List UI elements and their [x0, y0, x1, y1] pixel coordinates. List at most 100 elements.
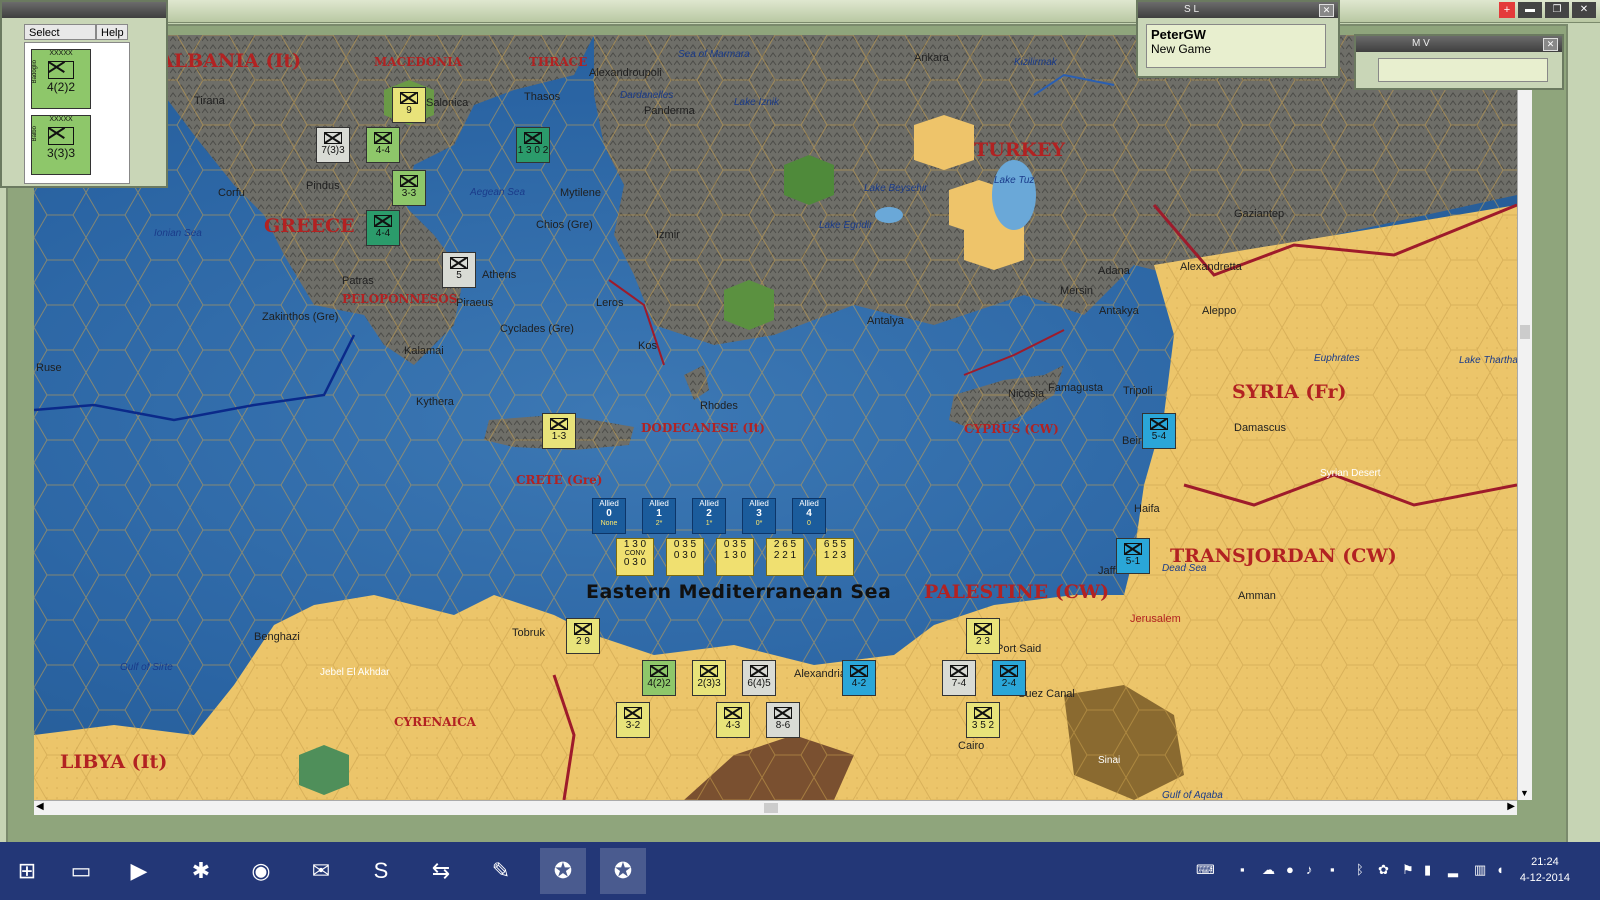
teamviewer-icon[interactable]: ⇆: [418, 848, 464, 894]
volume-icon[interactable]: ♪: [1306, 862, 1313, 877]
vertical-scrollbar[interactable]: ▼: [1517, 35, 1532, 800]
scrollbar-thumb[interactable]: [1520, 325, 1530, 339]
water-label: Dead Sea: [1162, 563, 1207, 574]
turn-box-num: 0: [606, 508, 612, 519]
tray-icon[interactable]: ▪: [1330, 862, 1335, 877]
unit-counter[interactable]: 3-3: [392, 170, 426, 206]
water-label: Lake Iznik: [734, 97, 780, 108]
city-label: Damascus: [1234, 422, 1286, 434]
unit-counter[interactable]: 1-3: [542, 413, 576, 449]
unit-strength: 5-4: [1151, 431, 1167, 442]
city-label: Ruse: [36, 362, 62, 374]
city-label: Mytilene: [560, 187, 601, 199]
mv-panel-titlebar[interactable]: M V ✕: [1356, 36, 1562, 52]
unit-counter[interactable]: 3 5 2: [966, 702, 1000, 738]
network-icon[interactable]: ▥: [1474, 862, 1486, 878]
convoy-box[interactable]: 2 6 52 2 1: [766, 538, 804, 576]
game-map[interactable]: ALBANIA (It) GREECE TURKEY SYRIA (Fr) TR…: [34, 35, 1517, 800]
unit-counter[interactable]: 4-3: [716, 702, 750, 738]
unit-counter[interactable]: 3-2: [616, 702, 650, 738]
select-menu[interactable]: Select: [24, 24, 96, 40]
tray-icon[interactable]: ▪: [1240, 862, 1245, 877]
thunderbird-icon[interactable]: ✉: [298, 848, 344, 894]
convoy-box[interactable]: 1 3 0 CONV 0 3 0: [616, 538, 654, 576]
unit-strength: 7(3)3: [321, 145, 345, 156]
turn-box-num: 3: [756, 508, 762, 519]
unit-counter[interactable]: 7(3)3: [316, 127, 350, 163]
unit-counter[interactable]: 4-2: [842, 660, 876, 696]
commander-counter[interactable]: XXXXX 3(3)3 Balbo: [31, 115, 91, 175]
close-icon[interactable]: ✕: [1543, 38, 1558, 51]
unit-counter[interactable]: 8-6: [766, 702, 800, 738]
keyboard-icon[interactable]: ⌨: [1196, 862, 1215, 878]
commander-counter[interactable]: XXXXX 4(2)2 Badoglio: [31, 49, 91, 109]
tray-icon[interactable]: ●: [1286, 862, 1294, 877]
city-label: Corfu: [218, 187, 245, 199]
help-menu[interactable]: Help: [96, 24, 128, 40]
minimize-icon[interactable]: ▬: [1518, 2, 1542, 18]
scroll-left-icon[interactable]: ◀: [36, 801, 44, 812]
unit-strength: 4-4: [375, 228, 391, 239]
turn-box[interactable]: Allied 4 0: [792, 498, 826, 534]
chrome-icon[interactable]: ◉: [238, 848, 284, 894]
unit-counter[interactable]: 6(4)5: [742, 660, 776, 696]
speaker-icon[interactable]: ◖: [1496, 862, 1504, 877]
unit-counter[interactable]: 5-1: [1116, 538, 1150, 574]
cloud-icon[interactable]: ☁: [1262, 862, 1275, 878]
system-clock[interactable]: 21:24 4-12-2014: [1520, 854, 1570, 886]
infantry-icon: [48, 127, 74, 145]
skype-icon[interactable]: S: [358, 848, 404, 894]
flag-icon[interactable]: ⚑: [1402, 862, 1414, 878]
unit-strength: 8-6: [775, 720, 791, 731]
infantry-icon: [524, 132, 542, 144]
unit-strength: 3-2: [625, 720, 641, 731]
unit-counter[interactable]: 9: [392, 87, 426, 123]
unit-counter[interactable]: 2 3: [966, 618, 1000, 654]
unit-counter[interactable]: 2 9: [566, 618, 600, 654]
start-icon[interactable]: ⊞: [4, 848, 50, 894]
turn-box[interactable]: Allied 3 0*: [742, 498, 776, 534]
paint-icon[interactable]: ✱: [178, 848, 224, 894]
media-player-icon[interactable]: ▶: [116, 848, 162, 894]
tray-icon[interactable]: ✿: [1378, 862, 1389, 878]
bluetooth-icon[interactable]: ᛒ: [1356, 862, 1364, 877]
scroll-right-icon[interactable]: ▶: [1507, 801, 1515, 812]
convoy-box[interactable]: 0 3 50 3 0: [666, 538, 704, 576]
city-label: Benghazi: [254, 631, 300, 643]
res-top: 6 5 5: [823, 539, 847, 550]
city-label: Athens: [482, 269, 517, 281]
battery-icon[interactable]: ▮: [1424, 862, 1431, 878]
unit-counter[interactable]: 2(3)3: [692, 660, 726, 696]
city-label: Gaziantep: [1234, 208, 1285, 220]
wif-icon[interactable]: ✪: [540, 848, 586, 894]
select-panel-titlebar[interactable]: [2, 2, 166, 18]
hq-icon: [624, 707, 642, 719]
turn-box[interactable]: Allied 1 2*: [642, 498, 676, 534]
wif-icon[interactable]: ✪: [600, 848, 646, 894]
signal-icon[interactable]: ▂: [1448, 862, 1458, 878]
scroll-down-icon[interactable]: ▼: [1520, 788, 1529, 798]
unit-counter[interactable]: 1 3 0 2: [516, 127, 550, 163]
unit-counter[interactable]: 4-4: [366, 127, 400, 163]
convoy-box[interactable]: 6 5 51 2 3: [816, 538, 854, 576]
close-icon[interactable]: ✕: [1319, 4, 1334, 17]
notepad-icon[interactable]: ✎: [478, 848, 524, 894]
turn-box[interactable]: Allied 2 1*: [692, 498, 726, 534]
scrollbar-thumb[interactable]: [764, 803, 778, 813]
close-icon[interactable]: ✕: [1572, 2, 1596, 18]
unit-strength: 3 5 2: [971, 720, 995, 731]
convoy-box[interactable]: 0 3 51 3 0: [716, 538, 754, 576]
unit-counter[interactable]: 2-4: [992, 660, 1026, 696]
turn-box[interactable]: Allied 0 None: [592, 498, 626, 534]
horizontal-scrollbar[interactable]: ◀ ▶: [34, 800, 1517, 815]
restore-icon[interactable]: ❐: [1545, 2, 1569, 18]
unit-counter[interactable]: 7-4: [942, 660, 976, 696]
water-label: Lake Tuz: [994, 175, 1035, 186]
unit-counter[interactable]: 5: [442, 252, 476, 288]
explorer-icon[interactable]: ▭: [58, 848, 104, 894]
unit-counter[interactable]: 5-4: [1142, 413, 1176, 449]
player-panel-titlebar[interactable]: S L ✕: [1138, 2, 1338, 18]
unit-counter[interactable]: 4(2)2: [642, 660, 676, 696]
unit-counter[interactable]: 4-4: [366, 210, 400, 246]
city-label: Aleppo: [1202, 305, 1237, 317]
